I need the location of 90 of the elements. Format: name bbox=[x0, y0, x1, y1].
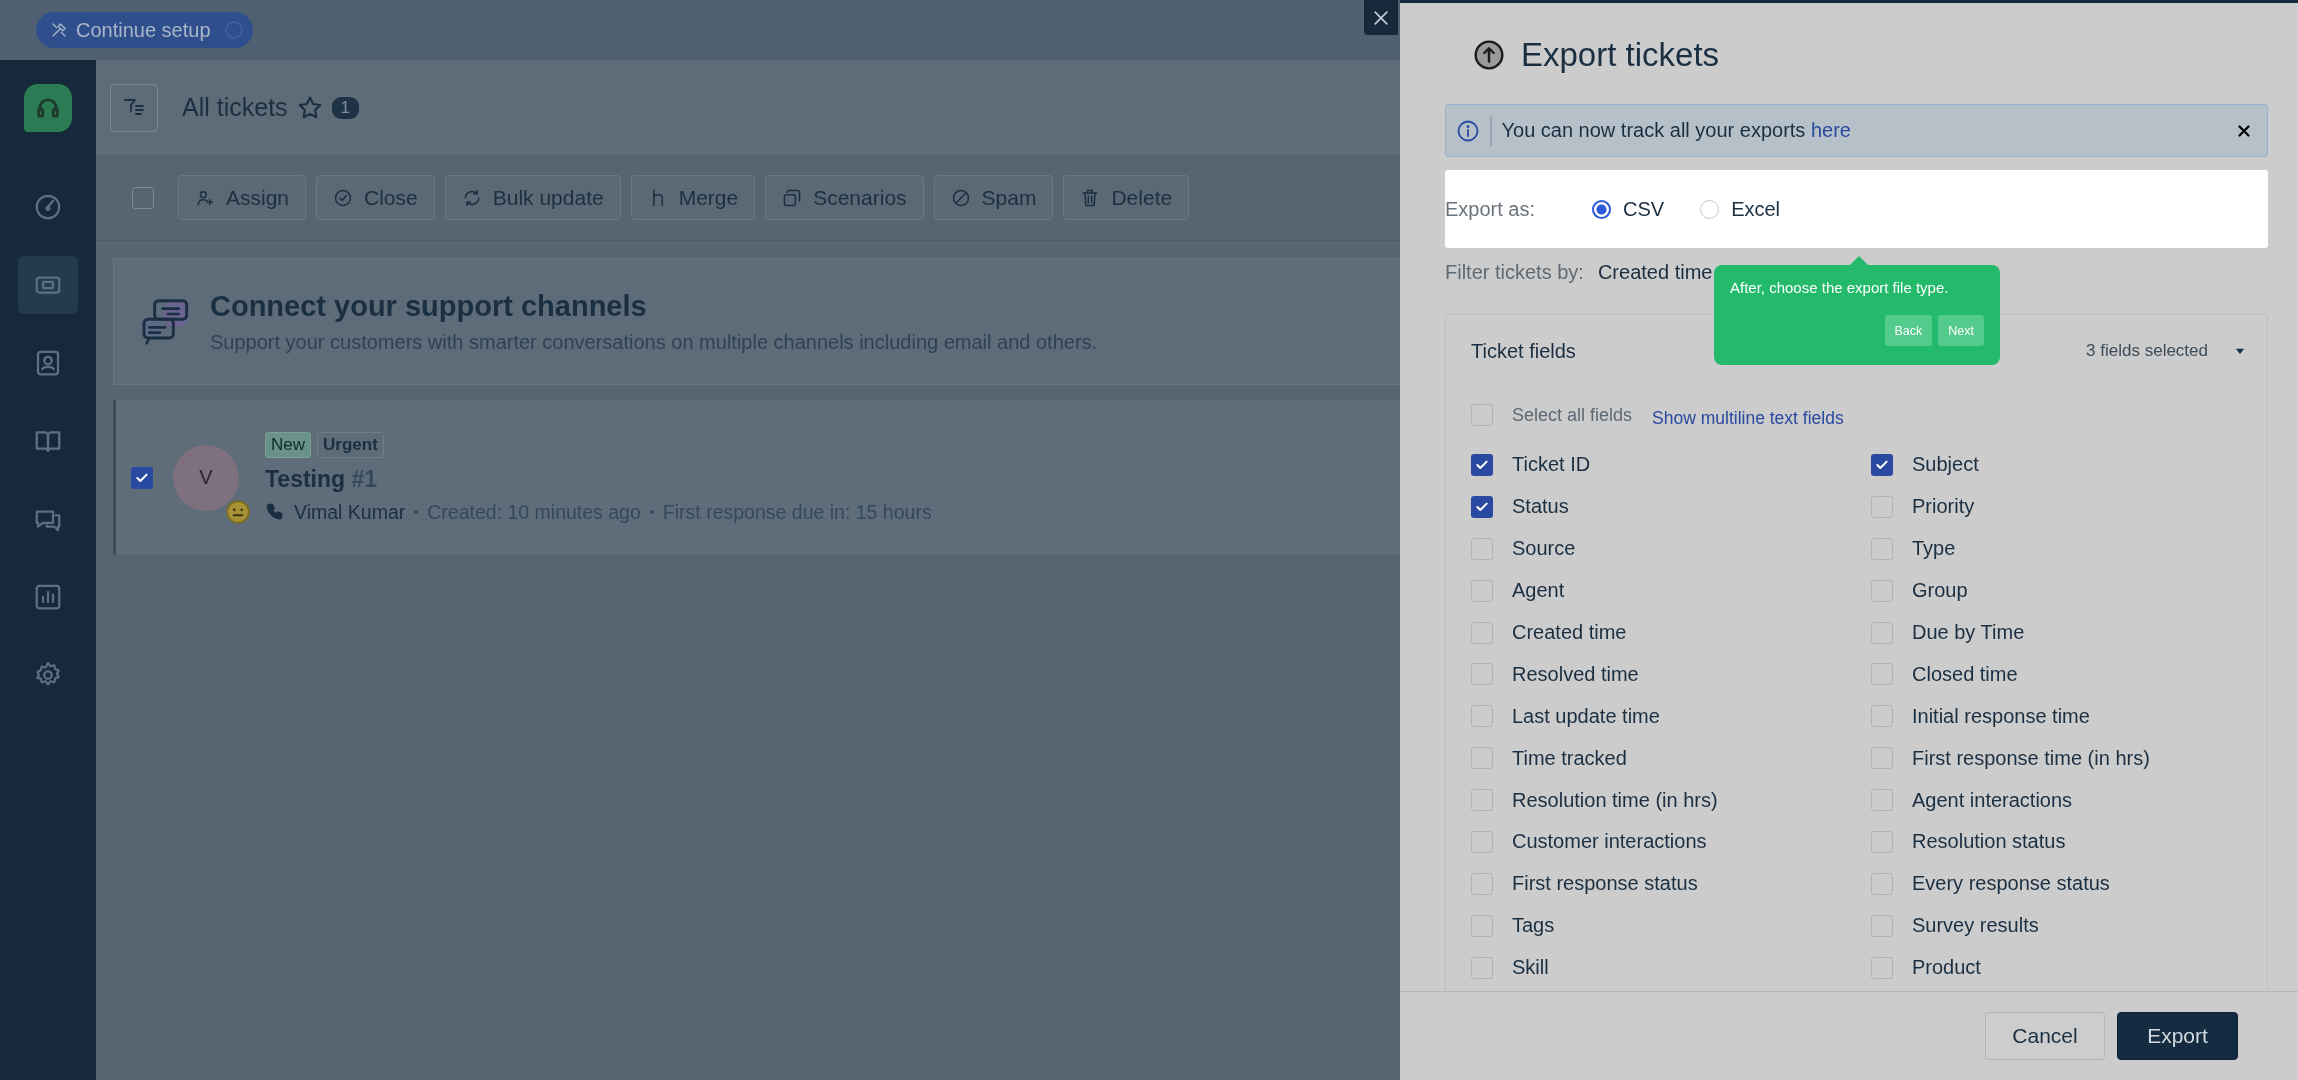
checkbox[interactable] bbox=[1471, 663, 1493, 686]
radio-option[interactable]: Excel bbox=[1700, 197, 1781, 221]
priority-tag: Urgent bbox=[317, 431, 384, 458]
checkbox[interactable] bbox=[132, 186, 154, 209]
checkbox[interactable] bbox=[1871, 621, 1893, 644]
checkbox[interactable] bbox=[1871, 956, 1893, 979]
checkbox[interactable] bbox=[1871, 914, 1893, 937]
card-title: Ticket fields bbox=[1471, 339, 1577, 363]
gauge-icon bbox=[33, 192, 63, 222]
checkbox-field[interactable]: Group bbox=[1871, 579, 1968, 603]
info-text: You can now track all your exports here bbox=[1501, 119, 1852, 142]
checkbox[interactable] bbox=[1871, 747, 1893, 770]
ticket-count: 1 bbox=[331, 96, 360, 119]
status-tag: New bbox=[265, 431, 311, 458]
filter-button[interactable] bbox=[110, 83, 158, 132]
checkbox[interactable] bbox=[1871, 830, 1893, 853]
checkbox-field[interactable]: Last update time bbox=[1471, 704, 1660, 728]
checkbox-field[interactable]: Initial response time bbox=[1871, 704, 2090, 728]
checkbox[interactable] bbox=[1471, 495, 1493, 518]
info-icon bbox=[1456, 118, 1480, 143]
checkbox[interactable] bbox=[1871, 579, 1893, 602]
checkbox[interactable] bbox=[1471, 872, 1493, 895]
checkbox[interactable] bbox=[1471, 830, 1493, 853]
selected-count: 3 fields selected bbox=[2086, 341, 2208, 361]
checkbox-field[interactable]: Survey results bbox=[1871, 914, 2039, 938]
checkbox-field[interactable]: Ticket ID bbox=[1471, 453, 1591, 477]
checkbox-field[interactable]: Subject bbox=[1871, 453, 1979, 477]
checkbox-field[interactable]: Agent bbox=[1471, 579, 1565, 603]
checkbox[interactable] bbox=[1471, 789, 1493, 812]
checkbox[interactable] bbox=[1471, 621, 1493, 644]
checkbox[interactable] bbox=[131, 466, 153, 489]
export-as-label: Export as: bbox=[1445, 197, 1537, 221]
radio-option[interactable]: CSV bbox=[1592, 197, 1665, 221]
close-button[interactable] bbox=[1364, 0, 1398, 35]
checkbox-field[interactable]: Every response status bbox=[1871, 872, 2110, 896]
checkbox-field[interactable]: Resolved time bbox=[1471, 662, 1639, 686]
checkbox-field[interactable]: Priority bbox=[1871, 495, 1975, 519]
checkbox[interactable] bbox=[1871, 705, 1893, 728]
checkbox-field[interactable]: Created time bbox=[1471, 621, 1627, 644]
cancel-button[interactable]: Cancel bbox=[1985, 1012, 2105, 1060]
banner-title: Connect your support channels bbox=[210, 289, 648, 323]
checkbox-field[interactable]: Customer interactions bbox=[1471, 830, 1707, 854]
checkbox-field[interactable]: Closed time bbox=[1871, 662, 2018, 686]
checkbox[interactable] bbox=[1471, 537, 1493, 560]
panel-title: Export tickets bbox=[1521, 35, 1720, 74]
checkbox[interactable] bbox=[1871, 789, 1893, 812]
filter-value[interactable]: Created time bbox=[1597, 260, 1713, 284]
filter-label: Filter tickets by: bbox=[1445, 260, 1584, 284]
tools-icon bbox=[50, 21, 68, 39]
checkbox-field[interactable]: Product bbox=[1871, 956, 1981, 980]
checkbox[interactable] bbox=[1471, 956, 1493, 979]
checkbox[interactable] bbox=[1471, 705, 1493, 728]
checkbox[interactable] bbox=[1871, 663, 1893, 686]
exports-link[interactable]: here bbox=[1810, 119, 1851, 141]
requester-name: Vimal Kumar bbox=[294, 500, 406, 524]
checkbox-field[interactable]: Resolution time (in hrs) bbox=[1471, 788, 1718, 812]
checkbox[interactable] bbox=[1871, 453, 1893, 476]
prohibited-icon bbox=[950, 187, 971, 208]
checkbox[interactable] bbox=[1871, 872, 1893, 895]
export-button[interactable]: Export bbox=[2117, 1012, 2238, 1060]
sidebar-item[interactable] bbox=[18, 256, 78, 314]
checkbox-field[interactable]: Due by Time bbox=[1871, 621, 2025, 644]
check-circle-icon bbox=[333, 187, 354, 208]
page-title: All tickets bbox=[182, 93, 288, 122]
checkbox-field[interactable]: Agent interactions bbox=[1871, 788, 2073, 812]
neutral-face-icon bbox=[225, 498, 251, 525]
logo-icon bbox=[24, 84, 72, 132]
checkbox-field[interactable]: Tags bbox=[1471, 914, 1555, 938]
checkbox[interactable] bbox=[1471, 579, 1493, 602]
tooltip-text: After, choose the export file type. bbox=[1730, 279, 1950, 296]
checkbox-field[interactable]: First response time (in hrs) bbox=[1871, 746, 2150, 770]
chart-icon bbox=[33, 582, 63, 612]
checkbox-field[interactable]: Time tracked bbox=[1471, 746, 1627, 770]
continue-setup-button[interactable]: Continue setup bbox=[36, 12, 253, 48]
upload-circle-icon bbox=[1473, 38, 1505, 71]
checkbox[interactable] bbox=[1471, 453, 1493, 476]
checkbox-field[interactable]: Status bbox=[1471, 495, 1569, 519]
scenario-icon bbox=[782, 187, 803, 208]
checkbox-field[interactable]: First response status bbox=[1471, 872, 1698, 896]
checkbox-field[interactable]: Skill bbox=[1471, 956, 1549, 980]
checkbox[interactable] bbox=[1471, 747, 1493, 770]
phone-icon bbox=[265, 502, 285, 522]
checkbox[interactable] bbox=[1871, 495, 1893, 518]
avatar: V bbox=[173, 444, 239, 511]
checkbox-field[interactable]: Select all fields bbox=[1471, 404, 1633, 426]
multiline-link[interactable]: Show multiline text fields bbox=[1652, 407, 1844, 429]
checkbox-field[interactable]: Resolution status bbox=[1871, 830, 2066, 854]
checkbox[interactable] bbox=[1871, 537, 1893, 560]
checkbox[interactable] bbox=[1471, 404, 1493, 426]
checkbox[interactable] bbox=[1471, 914, 1493, 937]
